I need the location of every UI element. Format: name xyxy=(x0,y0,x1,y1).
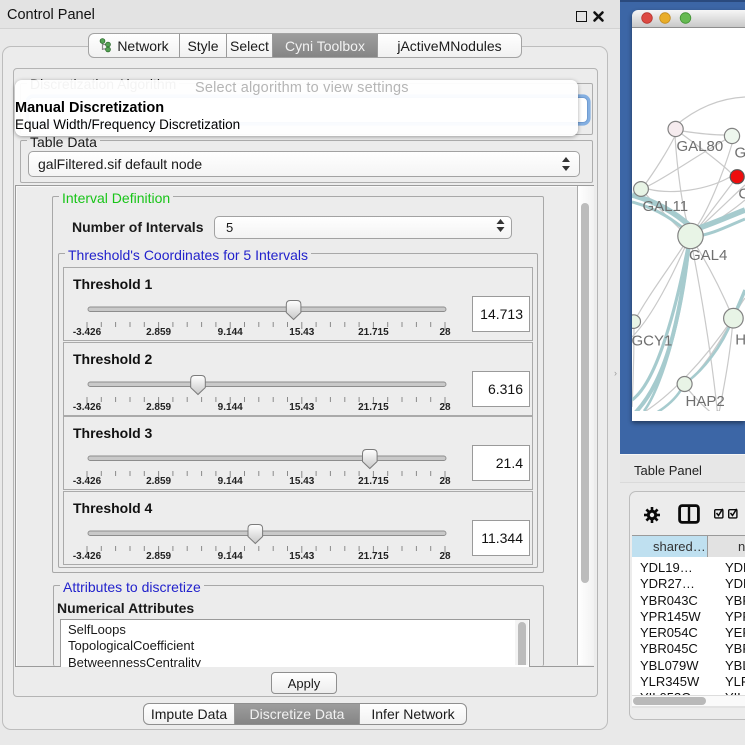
svg-text:28: 28 xyxy=(439,551,451,562)
svg-text:11.344: 11.344 xyxy=(481,530,523,546)
svg-text:2.859: 2.859 xyxy=(146,551,171,562)
svg-text:CO: CO xyxy=(738,185,745,202)
svg-text:-3.426: -3.426 xyxy=(73,402,102,413)
svg-text:15.43: 15.43 xyxy=(289,327,314,338)
svg-text:28: 28 xyxy=(439,327,451,338)
svg-text:GA: GA xyxy=(735,144,745,161)
svg-text:21.4: 21.4 xyxy=(496,455,523,471)
svg-text:HAP2: HAP2 xyxy=(686,393,725,410)
svg-text:14.713: 14.713 xyxy=(480,306,523,322)
svg-text:9.144: 9.144 xyxy=(218,551,243,562)
svg-text:28: 28 xyxy=(439,476,451,487)
svg-text:9.144: 9.144 xyxy=(218,402,243,413)
svg-text:2.859: 2.859 xyxy=(146,327,171,338)
svg-text:-3.426: -3.426 xyxy=(73,551,102,562)
svg-text:21.715: 21.715 xyxy=(358,402,389,413)
svg-text:15.43: 15.43 xyxy=(289,476,314,487)
svg-text:2.859: 2.859 xyxy=(146,476,171,487)
svg-text:-3.426: -3.426 xyxy=(73,476,102,487)
svg-text:Threshold 3: Threshold 3 xyxy=(73,425,153,441)
svg-text:6.316: 6.316 xyxy=(488,381,523,397)
svg-text:GAL11: GAL11 xyxy=(643,198,689,215)
svg-text:9.144: 9.144 xyxy=(218,476,243,487)
svg-text:21.715: 21.715 xyxy=(358,551,389,562)
svg-text:15.43: 15.43 xyxy=(289,551,314,562)
svg-text:GAL4: GAL4 xyxy=(689,247,727,264)
svg-text:Threshold 2: Threshold 2 xyxy=(73,351,153,367)
svg-text:21.715: 21.715 xyxy=(358,476,389,487)
svg-text:H: H xyxy=(735,331,745,348)
svg-text:21.715: 21.715 xyxy=(358,327,389,338)
svg-text:GAL80: GAL80 xyxy=(677,138,724,155)
svg-text:9.144: 9.144 xyxy=(218,327,243,338)
svg-text:-3.426: -3.426 xyxy=(73,327,102,338)
svg-text:2.859: 2.859 xyxy=(146,402,171,413)
svg-text:Threshold 4: Threshold 4 xyxy=(73,500,153,516)
svg-text:15.43: 15.43 xyxy=(289,402,314,413)
svg-text:GCY1: GCY1 xyxy=(632,333,672,350)
svg-text:28: 28 xyxy=(439,402,451,413)
svg-text:Threshold 1: Threshold 1 xyxy=(73,276,153,292)
